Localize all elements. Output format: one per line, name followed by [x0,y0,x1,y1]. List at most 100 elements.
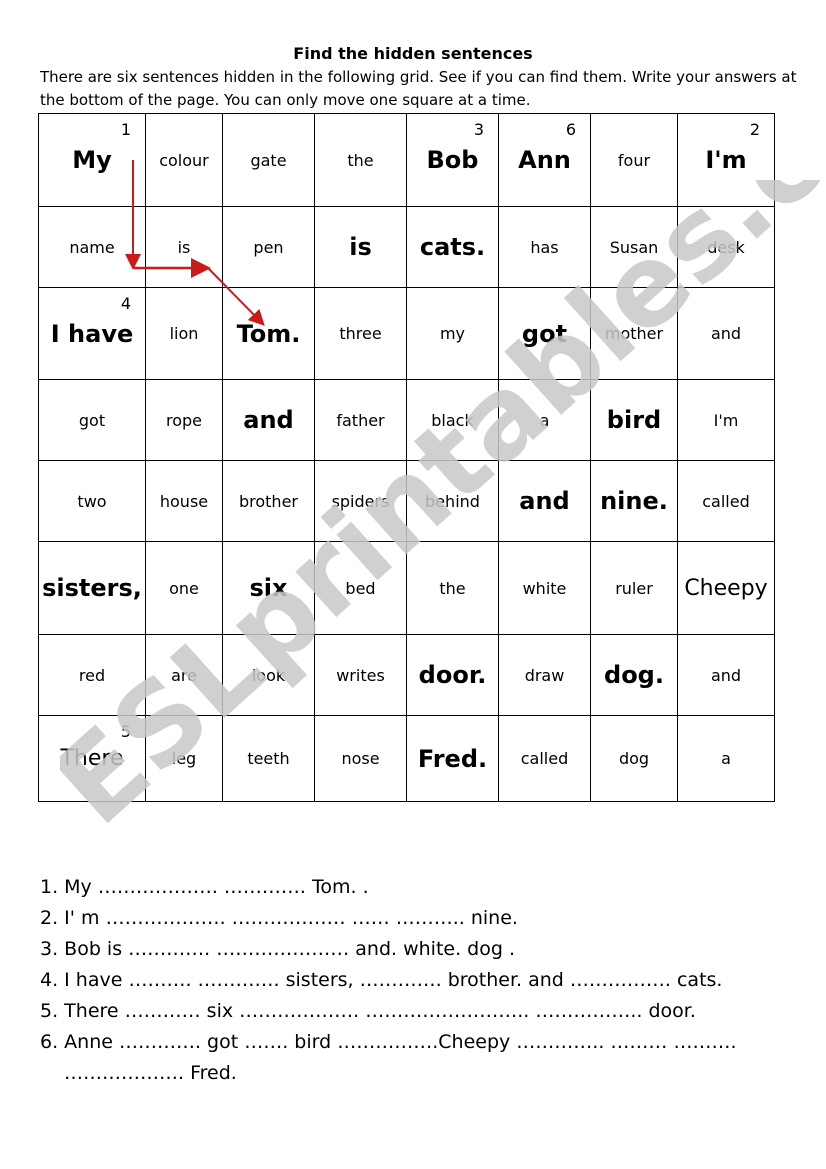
answer-line-5[interactable]: 5. There ………… six ………………. …………………….. ………… [40,996,810,1027]
grid-cell[interactable]: look [222,634,315,716]
grid-cell[interactable]: four [590,113,678,207]
sentence-start-number: 5 [120,722,131,741]
grid-word: ruler [615,578,653,598]
grid-word: Ann [518,146,571,174]
grid-cell[interactable]: sisters, [38,541,146,635]
grid-cell[interactable]: 4 I have [38,287,146,380]
grid-cell[interactable]: father [314,379,407,461]
grid-cell[interactable]: got [38,379,146,461]
grid-word: my [439,324,466,343]
grid-cell[interactable]: white [498,541,591,635]
grid-cell[interactable]: a [498,379,591,461]
grid-cell[interactable]: 3 Bob [406,113,499,207]
answer-line-4[interactable]: 4. I have ………. …………. sisters, …………. brot… [40,965,810,996]
grid-cell[interactable]: house [145,460,223,542]
grid-word: Tom. [236,319,301,348]
grid-word: lion [169,324,199,343]
grid-cell[interactable]: the [314,113,407,207]
grid-cell[interactable]: called [498,715,591,802]
grid-row: two house brother spiders behind and nine. call… [38,460,775,542]
grid-cell[interactable]: bird [590,379,678,461]
grid-cell[interactable]: 1 My [38,113,146,207]
grid-cell[interactable]: and [677,634,775,716]
grid-row: red are look writes door. draw dog. and [38,634,775,716]
grid-cell[interactable]: teeth [222,715,315,802]
grid-cell[interactable]: red [38,634,146,716]
answer-line-1[interactable]: 1. My ………………. …………. Tom. . [40,872,810,903]
grid-cell[interactable]: Susan [590,206,678,288]
grid-cell[interactable]: bed [314,541,407,635]
grid-row: got rope and father black a bird I'm [38,379,775,461]
grid-cell[interactable]: and [677,287,775,380]
grid-cell[interactable]: 6 Ann [498,113,591,207]
grid-cell[interactable]: the [406,541,499,635]
grid-row: 1 My colour gate the 3 Bob 6 Ann four 2 I'm [38,113,775,207]
grid-cell[interactable]: draw [498,634,591,716]
grid-word: sisters, [42,574,142,602]
answer-line-3[interactable]: 3. Bob is …………. ………………… and. white. dog … [40,934,810,965]
grid-cell[interactable]: 2 I'm [677,113,775,207]
grid-cell[interactable]: Fred. [406,715,499,802]
grid-cell[interactable]: dog. [590,634,678,716]
grid-cell[interactable]: black [406,379,499,461]
grid-cell[interactable]: two [38,460,146,542]
grid-cell[interactable]: brother [222,460,315,542]
grid-cell[interactable]: are [145,634,223,716]
grid-cell[interactable]: and [498,460,591,542]
grid-cell[interactable]: cats. [406,206,499,288]
grid-word: black [431,410,474,430]
grid-word: a [721,749,731,768]
grid-cell[interactable]: door. [406,634,499,716]
grid-cell[interactable]: is [145,206,223,288]
instructions: There are six sentences hidden in the fo… [40,68,797,109]
grid-cell[interactable]: gate [222,113,315,207]
grid-cell[interactable]: I'm [677,379,775,461]
grid-word: are [171,665,197,685]
answer-line-6-continued[interactable]: ………………. Fred. [40,1058,810,1089]
grid-cell[interactable]: Cheepy [677,541,775,635]
grid-cell[interactable]: Tom. [222,287,315,380]
grid-cell[interactable]: dog [590,715,678,802]
grid-word: nine. [600,487,668,515]
grid-cell[interactable]: rope [145,379,223,461]
grid-word: nose [341,749,380,768]
grid-cell[interactable]: got [498,287,591,380]
answer-line-2[interactable]: 2. I' m ………………. ……………… …… ……….. nine. [40,903,810,934]
grid-cell[interactable]: three [314,287,407,380]
grid-cell[interactable]: writes [314,634,407,716]
grid-cell[interactable]: pen [222,206,315,288]
grid-cell[interactable]: and [222,379,315,461]
grid-cell[interactable]: behind [406,460,499,542]
grid-word: is [349,233,372,261]
grid-cell[interactable]: nine. [590,460,678,542]
grid-cell[interactable]: my [406,287,499,380]
grid-cell[interactable]: spiders [314,460,407,542]
grid-cell[interactable]: mother [590,287,678,380]
grid-cell[interactable]: is [314,206,407,288]
grid-word: rope [165,410,202,430]
grid-cell[interactable]: a [677,715,775,802]
grid-cell[interactable]: leg [145,715,223,802]
grid-word: Bob [426,146,479,174]
grid-cell[interactable]: has [498,206,591,288]
sentence-start-number: 2 [749,120,760,139]
grid-word: and [519,487,570,515]
grid-word: desk [707,237,745,257]
grid-cell[interactable]: called [677,460,775,542]
grid-word: bird [606,406,662,434]
grid-cell[interactable]: desk [677,206,775,288]
grid-cell[interactable]: name [38,206,146,288]
grid-cell[interactable]: colour [145,113,223,207]
grid-word: Susan [609,237,659,257]
grid-word: white [522,578,567,598]
grid-cell[interactable]: 5 There [38,715,146,802]
grid-word: father [336,410,385,430]
grid-cell[interactable]: lion [145,287,223,380]
grid-cell[interactable]: six [222,541,315,635]
grid-word: got [78,410,106,430]
answer-line-6[interactable]: 6. Anne …………. got ……. bird …………….Cheepy … [40,1027,810,1058]
grid-cell[interactable]: nose [314,715,407,802]
grid-cell[interactable]: ruler [590,541,678,635]
grid-cell[interactable]: one [145,541,223,635]
grid-word: the [439,578,466,598]
